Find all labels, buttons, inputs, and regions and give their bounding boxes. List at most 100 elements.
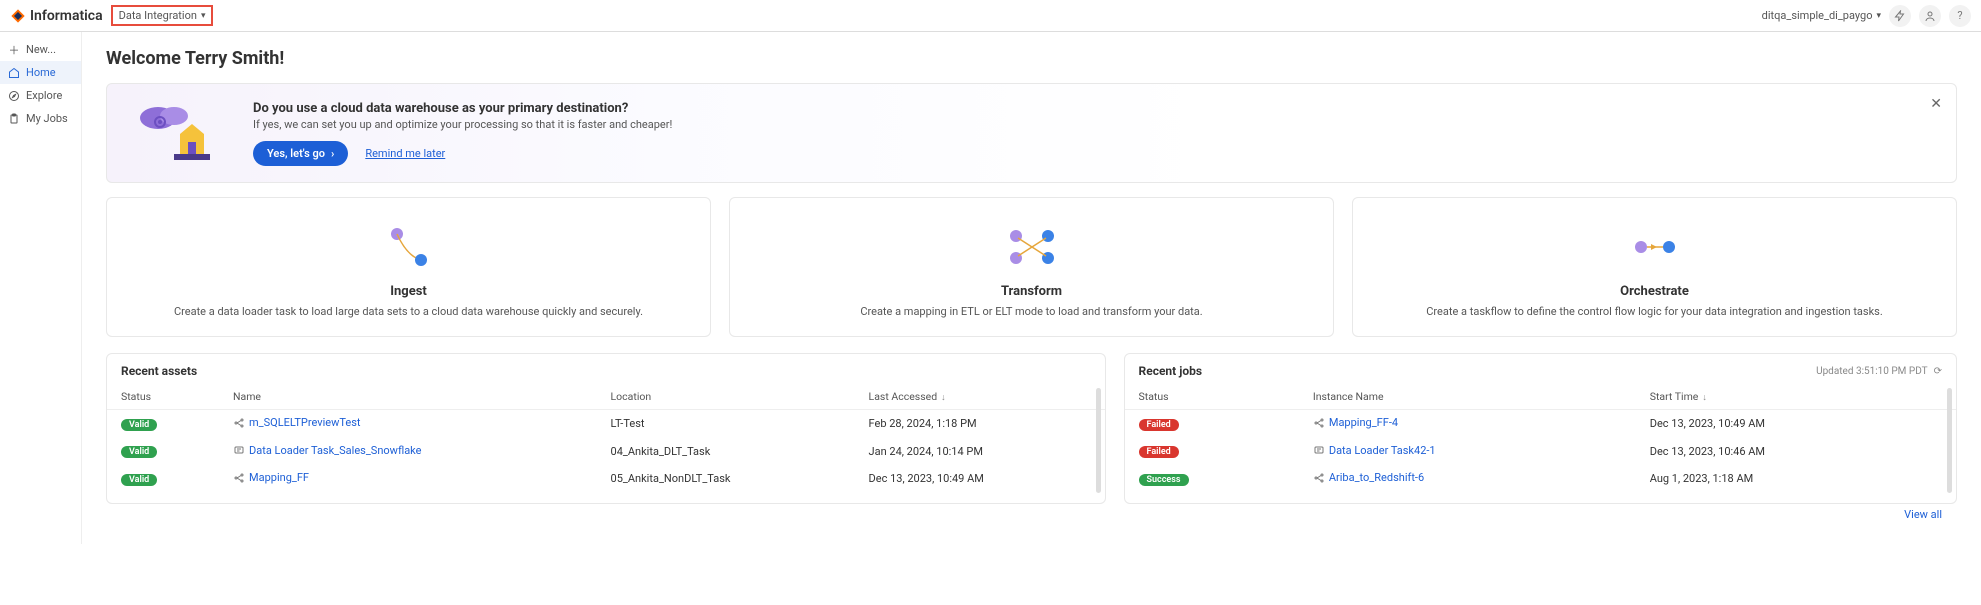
asset-last-accessed: Feb 28, 2024, 1:18 PM xyxy=(855,410,1105,438)
job-link[interactable]: Data Loader Task42-1 xyxy=(1313,444,1436,457)
asset-last-accessed: Dec 13, 2023, 10:49 AM xyxy=(855,465,1105,493)
asset-location: 04_Ankita_DLT_Task xyxy=(597,438,855,466)
sidebar-item-new[interactable]: ＋ New... xyxy=(0,38,81,61)
asset-link[interactable]: Data Loader Task_Sales_Snowflake xyxy=(233,444,421,457)
col-last-accessed[interactable]: Last Accessed↓ xyxy=(855,384,1105,410)
help-icon[interactable]: ? xyxy=(1949,5,1971,27)
scrollbar[interactable] xyxy=(1947,388,1952,493)
status-badge: Failed xyxy=(1139,419,1179,431)
col-instance[interactable]: Instance Name xyxy=(1299,384,1636,410)
sidebar-item-explore[interactable]: Explore xyxy=(0,84,81,107)
brand-logo: Informatica xyxy=(10,8,103,24)
sort-down-icon: ↓ xyxy=(941,393,946,403)
asset-location: LT-Test xyxy=(597,410,855,438)
sidebar-item-home[interactable]: Home xyxy=(0,61,81,84)
col-location[interactable]: Location xyxy=(597,384,855,410)
service-name: Data Integration xyxy=(119,9,197,22)
brand-text: Informatica xyxy=(30,8,103,24)
card-desc: Create a taskflow to define the control … xyxy=(1371,305,1938,318)
chevron-right-icon: › xyxy=(331,147,334,160)
orchestrate-icon xyxy=(1371,220,1938,274)
promo-banner: ✕ Do you use a cloud data warehouse as y… xyxy=(106,83,1957,183)
close-icon[interactable]: ✕ xyxy=(1930,96,1942,112)
status-badge: Valid xyxy=(121,419,157,431)
layout: ＋ New... Home Explore My Jobs Welcome Te… xyxy=(0,32,1981,544)
asset-location: 05_Ankita_NonDLT_Task xyxy=(597,465,855,493)
recent-jobs-panel: Recent jobs Updated 3:51:10 PM PDT ⟳ Sta… xyxy=(1124,353,1957,504)
sidebar-item-label: Explore xyxy=(26,89,62,102)
sidebar-item-myjobs[interactable]: My Jobs xyxy=(0,107,81,130)
plus-icon: ＋ xyxy=(8,44,20,56)
notifications-icon[interactable] xyxy=(1889,5,1911,27)
card-title: Orchestrate xyxy=(1371,284,1938,299)
sidebar: ＋ New... Home Explore My Jobs xyxy=(0,32,82,544)
panel-title: Recent jobs xyxy=(1139,364,1202,378)
job-link[interactable]: Mapping_FF-4 xyxy=(1313,416,1398,429)
refresh-icon[interactable]: ⟳ xyxy=(1934,366,1942,377)
status-badge: Failed xyxy=(1139,446,1179,458)
service-selector[interactable]: Data Integration ▾ xyxy=(111,5,214,26)
compass-icon xyxy=(8,90,20,102)
card-desc: Create a data loader task to load large … xyxy=(125,305,692,318)
card-title: Transform xyxy=(748,284,1315,299)
status-badge: Valid xyxy=(121,446,157,458)
topbar-right: ditqa_simple_di_paygo ▾ ? xyxy=(1762,5,1971,27)
sidebar-item-label: Home xyxy=(26,66,56,79)
banner-title: Do you use a cloud data warehouse as you… xyxy=(253,101,672,116)
job-start-time: Dec 13, 2023, 10:46 AM xyxy=(1636,438,1956,466)
asset-link[interactable]: m_SQLELTPreviewTest xyxy=(233,416,360,429)
remind-later-link[interactable]: Remind me later xyxy=(365,147,445,160)
topbar: Informatica Data Integration ▾ ditqa_sim… xyxy=(0,0,1981,32)
table-row: Success Ariba_to_Redshift-6 Aug 1, 2023, 1… xyxy=(1125,465,1956,493)
card-orchestrate[interactable]: Orchestrate Create a taskflow to define … xyxy=(1352,197,1957,337)
ingest-icon xyxy=(125,220,692,274)
col-start-time[interactable]: Start Time↓ xyxy=(1636,384,1956,410)
card-title: Ingest xyxy=(125,284,692,299)
panels-row: Recent assets Status Name Location Last … xyxy=(106,353,1957,504)
informatica-logo-icon xyxy=(10,8,26,24)
card-desc: Create a mapping in ETL or ELT mode to l… xyxy=(748,305,1315,318)
table-row: Valid m_SQLELTPreviewTest LT-TestFeb 28, 2… xyxy=(107,410,1105,438)
recent-assets-panel: Recent assets Status Name Location Last … xyxy=(106,353,1106,504)
banner-cta-button[interactable]: Yes, let's go › xyxy=(253,141,348,166)
panel-title: Recent assets xyxy=(121,364,197,378)
sidebar-item-label: New... xyxy=(26,43,56,56)
scrollbar[interactable] xyxy=(1096,388,1101,493)
assets-table: Status Name Location Last Accessed↓ Vali… xyxy=(107,384,1105,493)
jobs-table: Status Instance Name Start Time↓ Failed M… xyxy=(1125,384,1956,493)
banner-cta-label: Yes, let's go xyxy=(267,147,325,160)
card-transform[interactable]: Transform Create a mapping in ETL or ELT… xyxy=(729,197,1334,337)
col-status[interactable]: Status xyxy=(107,384,219,410)
action-cards: Ingest Create a data loader task to load… xyxy=(106,197,1957,337)
clipboard-icon xyxy=(8,113,20,125)
status-badge: Valid xyxy=(121,474,157,486)
card-ingest[interactable]: Ingest Create a data loader task to load… xyxy=(106,197,711,337)
status-badge: Success xyxy=(1139,474,1189,486)
asset-last-accessed: Jan 24, 2024, 10:14 PM xyxy=(855,438,1105,466)
main-content: Welcome Terry Smith! ✕ Do you use a clou… xyxy=(82,32,1981,544)
chevron-down-icon: ▾ xyxy=(201,11,206,21)
transform-icon xyxy=(748,220,1315,274)
welcome-heading: Welcome Terry Smith! xyxy=(106,48,1957,69)
table-row: Valid Mapping_FF 05_Ankita_NonDLT_TaskDec … xyxy=(107,465,1105,493)
home-icon xyxy=(8,67,20,79)
col-name[interactable]: Name xyxy=(219,384,597,410)
job-link[interactable]: Ariba_to_Redshift-6 xyxy=(1313,471,1424,484)
sidebar-item-label: My Jobs xyxy=(26,112,68,125)
job-start-time: Aug 1, 2023, 1:18 AM xyxy=(1636,465,1956,493)
table-row: Failed Mapping_FF-4 Dec 13, 2023, 10:49 AM xyxy=(1125,410,1956,438)
banner-text: Do you use a cloud data warehouse as you… xyxy=(253,101,672,166)
table-row: Valid Data Loader Task_Sales_Snowflake 04_… xyxy=(107,438,1105,466)
col-status[interactable]: Status xyxy=(1125,384,1299,410)
banner-illustration xyxy=(125,98,235,168)
org-name: ditqa_simple_di_paygo xyxy=(1762,9,1873,22)
asset-link[interactable]: Mapping_FF xyxy=(233,471,309,484)
job-start-time: Dec 13, 2023, 10:49 AM xyxy=(1636,410,1956,438)
table-row: Failed Data Loader Task42-1 Dec 13, 2023, … xyxy=(1125,438,1956,466)
view-all-link[interactable]: View all xyxy=(1904,508,1942,521)
sort-down-icon: ↓ xyxy=(1702,393,1707,403)
banner-subtitle: If yes, we can set you up and optimize y… xyxy=(253,118,672,131)
panel-updated: Updated 3:51:10 PM PDT ⟳ xyxy=(1816,366,1942,377)
user-icon[interactable] xyxy=(1919,5,1941,27)
org-selector[interactable]: ditqa_simple_di_paygo ▾ xyxy=(1762,9,1881,22)
